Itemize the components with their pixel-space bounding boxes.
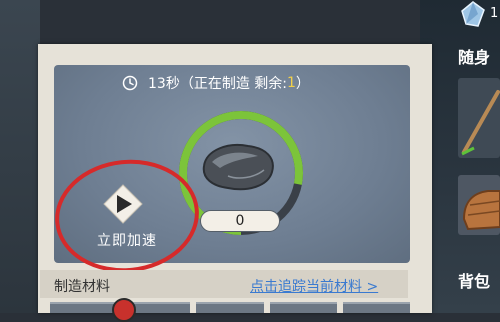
tab-backpack[interactable]: 背包 xyxy=(458,268,490,292)
inventory-slot[interactable] xyxy=(458,78,500,158)
timer-status-prefix: （正在制造 剩余: xyxy=(179,76,287,92)
timer-status-suffix: ） xyxy=(295,76,310,92)
inventory-slot[interactable] xyxy=(458,175,500,235)
highlight-circle xyxy=(55,159,199,273)
stick-icon xyxy=(461,90,500,156)
clock-icon xyxy=(122,75,138,91)
material-slot[interactable] xyxy=(50,302,118,313)
gem-icon xyxy=(461,1,485,27)
currency-count: 1 xyxy=(490,6,499,21)
timer-duration: 13秒 xyxy=(148,76,180,92)
timer-remaining: 1 xyxy=(287,75,296,91)
craft-timer: 13秒 （正在制造 剩余: 1 ） xyxy=(122,73,310,93)
materials-slots xyxy=(50,302,411,313)
track-materials-link[interactable]: 点击追踪当前材料 > xyxy=(250,276,378,296)
materials-title: 制造材料 xyxy=(54,279,110,295)
item-count: 0 xyxy=(200,210,280,232)
tab-carry[interactable]: 随身 xyxy=(458,44,490,68)
wood-board-icon xyxy=(462,190,500,231)
material-slot[interactable] xyxy=(196,302,264,313)
material-slot[interactable] xyxy=(269,302,337,313)
rock-ore-icon xyxy=(202,144,274,191)
missing-badge-icon xyxy=(112,298,136,322)
material-slot[interactable] xyxy=(342,302,411,313)
background-left xyxy=(0,0,40,313)
